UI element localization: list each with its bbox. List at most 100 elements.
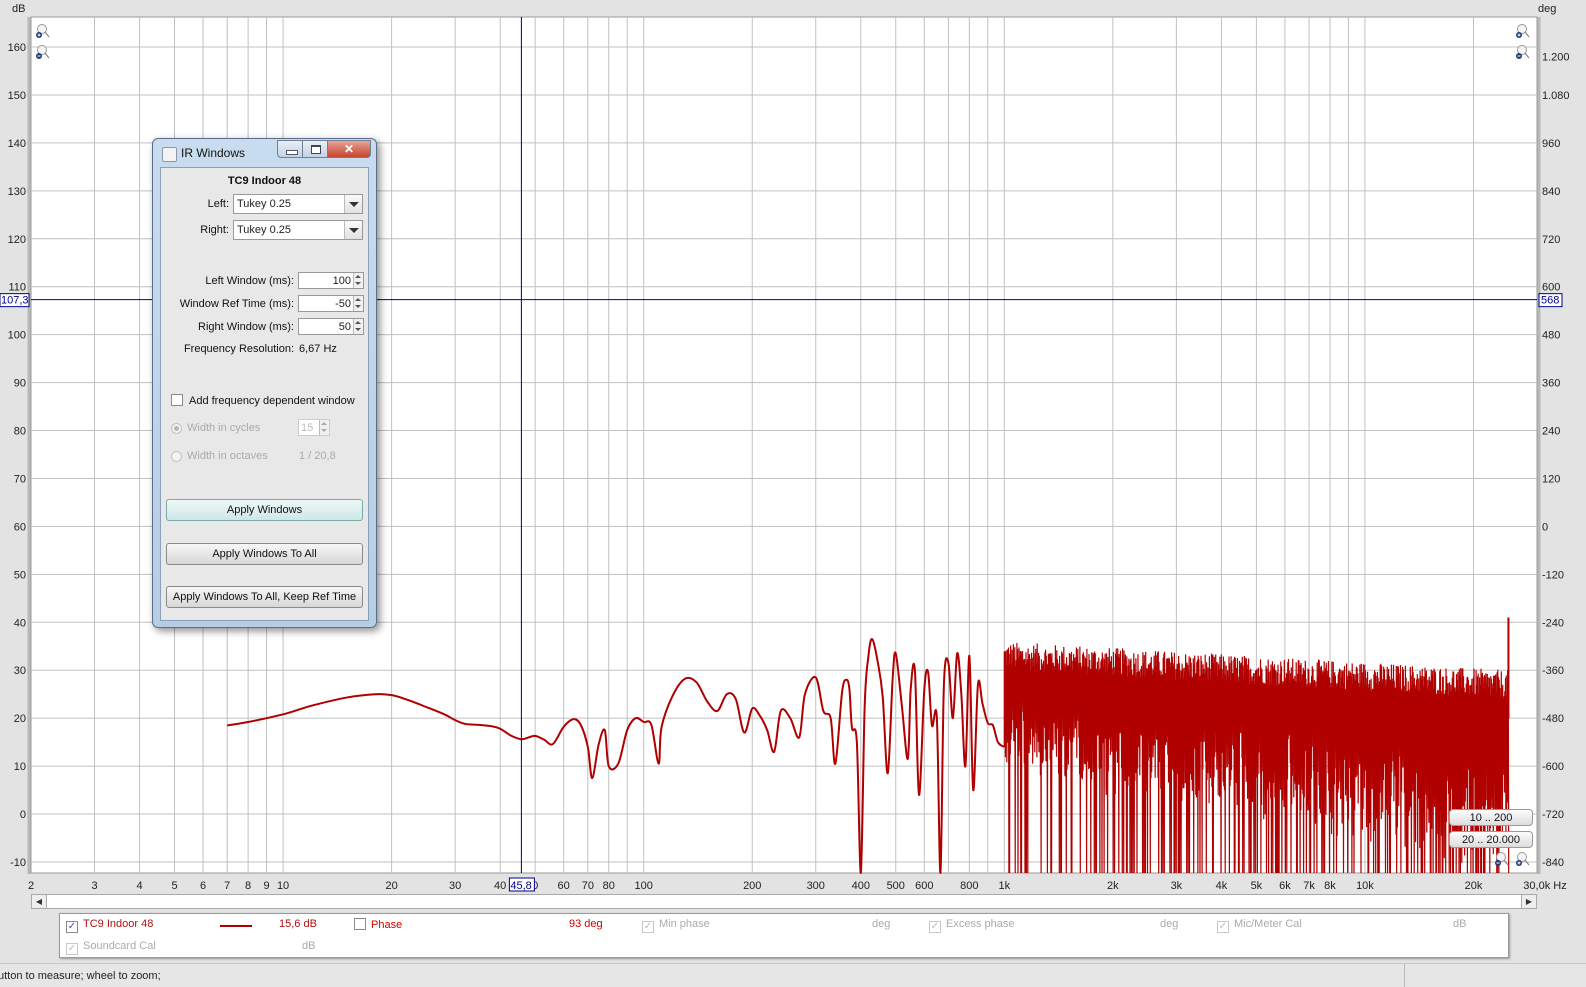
ref-time-ms-input[interactable]: -50 <box>298 295 364 312</box>
legend-item-mic-meter-cal[interactable]: ✓ Mic/Meter Cal <box>1217 918 1302 933</box>
apply-windows-button[interactable]: Apply Windows <box>166 499 363 521</box>
chevron-down-icon[interactable] <box>344 195 362 213</box>
left-window-ms-input[interactable]: 100 <box>298 272 364 289</box>
y-tick-label: 70 <box>14 473 26 485</box>
spinner-arrows-icon[interactable] <box>319 420 329 435</box>
x-tick-label: 10 <box>277 880 289 892</box>
fdw-checkbox[interactable] <box>171 394 183 406</box>
x-tick-label: 9 <box>264 880 270 892</box>
input-value: 100 <box>332 275 351 287</box>
apply-windows-to-all-keep-ref-button[interactable]: Apply Windows To All, Keep Ref Time <box>166 586 363 608</box>
checkbox-phase[interactable] <box>354 918 366 930</box>
y2-tick-label: -840 <box>1542 857 1564 869</box>
status-separator <box>1404 964 1405 987</box>
y2-tick-label: 960 <box>1542 138 1560 150</box>
horizontal-scrollbar[interactable]: ◀ ▶ <box>31 894 1537 909</box>
scroll-left-arrow-icon[interactable]: ◀ <box>32 895 47 908</box>
x-tick-label: 5 <box>171 880 177 892</box>
legend-item-tc9-indoor-48[interactable]: ✓ TC9 Indoor 48 <box>66 918 153 933</box>
spinner-arrows-icon[interactable] <box>353 273 363 288</box>
legend-label: TC9 Indoor 48 <box>83 918 154 930</box>
legend-value-mic-meter-cal: dB <box>1453 918 1467 930</box>
checkbox-soundcard-cal[interactable]: ✓ <box>66 943 78 955</box>
svg-text:568: 568 <box>1541 295 1559 307</box>
legend-label: Soundcard Cal <box>83 940 156 952</box>
legend-item-min-phase[interactable]: ✓ Min phase <box>642 918 710 933</box>
x-tick-label: 1k <box>999 880 1011 892</box>
scroll-right-arrow-icon[interactable]: ▶ <box>1521 895 1536 908</box>
width-octaves-value: 1 / 20,8 <box>299 450 336 462</box>
input-value: 15 <box>301 422 314 434</box>
x-tick-label: 6k <box>1279 880 1291 892</box>
ref-time-ms-label: Window Ref Time (ms): <box>179 298 294 310</box>
width-cycles-input[interactable]: 15 <box>298 419 330 436</box>
y2-axis-unit-label: deg <box>1538 3 1556 15</box>
y2-tick-label: -240 <box>1542 617 1564 629</box>
checkbox-min-phase[interactable]: ✓ <box>642 921 654 933</box>
left-window-type-select[interactable]: Tukey 0.25 <box>233 194 363 214</box>
range-20-20000-button[interactable]: 20 .. 20.000 <box>1449 831 1533 848</box>
checkbox-mic-meter-cal[interactable]: ✓ <box>1217 921 1229 933</box>
spinner-arrows-icon[interactable] <box>353 296 363 311</box>
x-tick-label: 200 <box>743 880 761 892</box>
y2-tick-label: 840 <box>1542 186 1560 198</box>
y-tick-label: 20 <box>14 713 26 725</box>
y-tick-label: 150 <box>8 90 26 102</box>
spinner-arrows-icon[interactable] <box>353 319 363 334</box>
y2-tick-label: -120 <box>1542 569 1564 581</box>
x-tick-label: 60 <box>558 880 570 892</box>
x-tick-label: 100 <box>635 880 653 892</box>
x-tick-label: 20 <box>385 880 397 892</box>
minimize-button[interactable] <box>277 140 303 158</box>
left-window-type-label: Left: <box>207 198 229 210</box>
y2-tick-label: -600 <box>1542 761 1564 773</box>
x-tick-label: 300 <box>807 880 825 892</box>
x-tick-label: 500 <box>887 880 905 892</box>
dialog-title: IR Windows <box>181 146 246 160</box>
minimize-icon <box>286 150 298 155</box>
y-tick-label: 50 <box>14 569 26 581</box>
fdw-checkbox-row[interactable]: Add frequency dependent window <box>171 394 355 407</box>
dialog-body: TC9 Indoor 48 Left: Tukey 0.25 Right: Tu… <box>160 167 369 621</box>
measurement-name: TC9 Indoor 48 <box>227 175 302 187</box>
y2-tick-label: -480 <box>1542 713 1564 725</box>
y-tick-label: 0 <box>20 809 26 821</box>
x-tick-label: 2 <box>28 880 34 892</box>
maximize-button[interactable] <box>302 140 328 158</box>
width-cycles-radio[interactable] <box>171 423 182 434</box>
svg-text:107,3: 107,3 <box>1 295 29 307</box>
legend-item-soundcard-cal[interactable]: ✓ Soundcard Cal <box>66 940 156 955</box>
y-axis-unit-label: dB <box>12 3 25 15</box>
checkbox-excess-phase[interactable]: ✓ <box>929 921 941 933</box>
svg-text:45,8: 45,8 <box>510 880 531 892</box>
y2-tick-label: 720 <box>1542 234 1560 246</box>
apply-windows-to-all-button[interactable]: Apply Windows To All <box>166 543 363 565</box>
x-tick-label: 30,0k Hz <box>1523 880 1566 892</box>
cursor-y2-readout: 568 <box>1538 293 1563 308</box>
x-tick-label: 8 <box>245 880 251 892</box>
checkbox-tc9-indoor-48[interactable]: ✓ <box>66 921 78 933</box>
y-tick-label: 130 <box>8 186 26 198</box>
range-10-200-button[interactable]: 10 .. 200 <box>1449 809 1533 826</box>
x-tick-label: 40 <box>494 880 506 892</box>
y-tick-label: 80 <box>14 426 26 438</box>
x-tick-label: 7k <box>1303 880 1315 892</box>
legend-item-phase[interactable]: Phase <box>354 918 402 931</box>
x-tick-label: 10k <box>1356 880 1374 892</box>
y-tick-label: 40 <box>14 617 26 629</box>
x-tick-label: 6 <box>200 880 206 892</box>
right-window-type-select[interactable]: Tukey 0.25 <box>233 220 363 240</box>
window-controls: ✕ <box>277 140 371 159</box>
close-button[interactable]: ✕ <box>327 140 371 158</box>
y2-tick-label: 360 <box>1542 378 1560 390</box>
frequency-resolution-value: 6,67 Hz <box>299 343 337 355</box>
y2-tick-label: -360 <box>1542 665 1564 677</box>
chevron-down-icon[interactable] <box>344 221 362 239</box>
width-octaves-radio[interactable] <box>171 451 182 462</box>
y2-tick-label: -720 <box>1542 809 1564 821</box>
legend-item-excess-phase[interactable]: ✓ Excess phase <box>929 918 1014 933</box>
input-value: -50 <box>335 298 351 310</box>
y-tick-label: 110 <box>8 282 26 294</box>
right-window-ms-input[interactable]: 50 <box>298 318 364 335</box>
y2-tick-label: 240 <box>1542 426 1560 438</box>
